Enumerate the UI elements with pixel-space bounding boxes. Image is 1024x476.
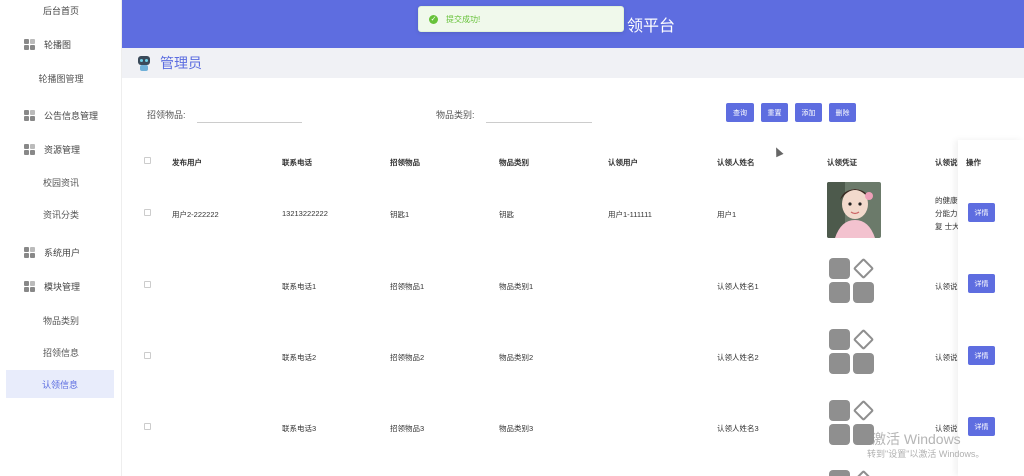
- sidebar-item-recognize-info[interactable]: 认领信息: [6, 370, 114, 398]
- col-header: 认领人姓名: [717, 158, 755, 167]
- sidebar-item-carousel-mgmt[interactable]: 轮播图管理: [0, 62, 122, 94]
- admin-bar: 管理员: [122, 48, 1024, 78]
- windows-activation-watermark: 激活 Windows: [872, 431, 961, 447]
- windows-activation-hint: 转到"设置"以激活 Windows。: [867, 449, 985, 459]
- detail-button[interactable]: 详情: [968, 346, 995, 365]
- toast-message: 提交成功!: [446, 14, 481, 24]
- image-placeholder-icon: [829, 257, 875, 304]
- main-content: 招领物品: 物品类别: 查询 重置 添加 删除 发布用户 联系电话 招领物品 物…: [122, 78, 1024, 476]
- cell-category: 钥匙: [499, 210, 514, 219]
- col-header: 认领凭证: [827, 158, 857, 167]
- sidebar-group-module[interactable]: 模块管理: [0, 270, 122, 302]
- detail-button[interactable]: 详情: [968, 203, 995, 222]
- grid-icon: [24, 143, 35, 155]
- search-category-label: 物品类别:: [436, 110, 475, 120]
- sidebar-group-label: 模块管理: [44, 281, 81, 292]
- cell-claimant: 用户1: [717, 210, 737, 219]
- col-header: 操作: [966, 158, 981, 167]
- robot-avatar-icon: [136, 54, 152, 72]
- row-checkbox[interactable]: [144, 281, 151, 288]
- search-category-input[interactable]: [486, 107, 592, 123]
- delete-button[interactable]: 删除: [829, 103, 856, 122]
- sidebar-group-label: 轮播图: [44, 39, 72, 50]
- admin-name: 管理员: [160, 55, 202, 71]
- select-all-checkbox[interactable]: [144, 157, 151, 164]
- sidebar-group-carousel[interactable]: 轮播图: [0, 28, 122, 60]
- detail-button[interactable]: 详情: [968, 417, 995, 436]
- site-title: 领平台: [627, 18, 676, 35]
- row-checkbox[interactable]: [144, 209, 151, 216]
- success-toast: ✓ 提交成功!: [418, 6, 624, 32]
- cell-category: 物品类别3: [499, 424, 534, 433]
- cell-description: 复 士大: [935, 222, 960, 231]
- sidebar: 后台首页 轮播图 轮播图管理 公告信息管理 资源管理 校园资讯 资讯分类 系统用…: [0, 0, 122, 476]
- sidebar-item-label: 校园资讯: [42, 177, 79, 188]
- sidebar-group-notice[interactable]: 公告信息管理: [0, 99, 122, 131]
- grid-icon: [24, 38, 35, 50]
- grid-icon: [24, 246, 35, 258]
- sidebar-item-news-category[interactable]: 资讯分类: [0, 198, 122, 230]
- proof-photo-image[interactable]: [827, 182, 881, 238]
- col-header: 认领用户: [608, 158, 638, 167]
- sidebar-group-sysuser[interactable]: 系统用户: [0, 236, 122, 268]
- col-header: 招领物品: [390, 158, 420, 167]
- image-placeholder-icon: [829, 399, 875, 446]
- sidebar-group-resource[interactable]: 资源管理: [0, 133, 122, 165]
- col-header: 发布用户: [172, 158, 202, 167]
- query-button[interactable]: 查询: [726, 103, 754, 122]
- cell-claimant: 认领人姓名3: [717, 424, 759, 433]
- sidebar-item-label: 招领信息: [42, 347, 79, 358]
- cell-item: 招领物品3: [390, 424, 425, 433]
- sidebar-group-label: 资源管理: [44, 144, 81, 155]
- search-item-label: 招领物品:: [147, 110, 186, 120]
- cell-phone: 联系电话2: [282, 353, 317, 362]
- col-header: 物品类别: [499, 158, 529, 167]
- cell-category: 物品类别1: [499, 282, 534, 291]
- image-placeholder-icon: [829, 328, 875, 375]
- cell-description: 分能力,: [935, 209, 960, 218]
- sidebar-item-home[interactable]: 后台首页: [0, 0, 122, 22]
- cell-item: 钥匙1: [390, 210, 410, 219]
- row-checkbox[interactable]: [144, 352, 151, 359]
- row-checkbox[interactable]: [144, 423, 151, 430]
- cell-item: 招领物品1: [390, 282, 425, 291]
- cell-claimant: 认领人姓名2: [717, 353, 759, 362]
- image-placeholder-icon: [829, 470, 875, 476]
- sidebar-item-item-category[interactable]: 物品类别: [0, 304, 122, 336]
- cell-item: 招领物品2: [390, 353, 425, 362]
- sidebar-item-label: 物品类别: [42, 315, 79, 326]
- cell-claimant: 认领人姓名1: [717, 282, 759, 291]
- sidebar-group-label: 系统用户: [44, 247, 81, 258]
- cell-phone: 联系电话1: [282, 282, 317, 291]
- sidebar-item-claim-info[interactable]: 招领信息: [0, 336, 122, 368]
- grid-icon: [24, 109, 35, 121]
- cell-phone: 联系电话3: [282, 424, 317, 433]
- sidebar-item-label: 认领信息: [41, 379, 78, 390]
- sidebar-item-label: 轮播图管理: [38, 73, 84, 84]
- cell-publisher: 用户2-222222: [172, 210, 219, 219]
- sidebar-group-label: 公告信息管理: [44, 110, 99, 121]
- sidebar-item-campus-news[interactable]: 校园资讯: [0, 166, 122, 198]
- reset-button[interactable]: 重置: [761, 103, 788, 122]
- search-item-input[interactable]: [197, 107, 302, 123]
- check-circle-icon: ✓: [429, 14, 438, 24]
- detail-button[interactable]: 详情: [968, 274, 995, 293]
- col-header: 联系电话: [282, 158, 312, 167]
- cell-category: 物品类别2: [499, 353, 534, 362]
- cell-phone: 13213222222: [282, 209, 328, 218]
- sidebar-item-label: 资讯分类: [42, 209, 79, 220]
- grid-icon: [24, 280, 35, 292]
- sidebar-item-label: 后台首页: [42, 6, 79, 16]
- add-button[interactable]: 添加: [795, 103, 822, 122]
- cell-claim-user: 用户1-111111: [608, 210, 652, 219]
